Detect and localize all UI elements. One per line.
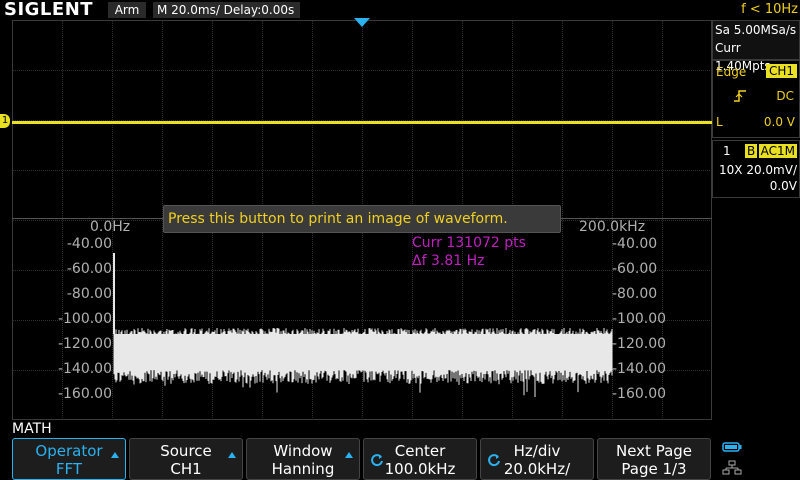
frequency-counter: f < 10Hz bbox=[741, 2, 798, 17]
sample-rate-readout: Sa 5.00MSa/s bbox=[715, 23, 797, 37]
fft-spectrum bbox=[113, 253, 613, 397]
fft-y-tick-left: -80.00 bbox=[66, 286, 112, 302]
trigger-type: Edge bbox=[716, 65, 747, 79]
fft-y-tick-right: -140.00 bbox=[612, 361, 667, 377]
rising-edge-icon bbox=[734, 90, 746, 102]
fft-resolution-readout: Δf 3.81 Hz bbox=[412, 253, 485, 269]
fft-y-tick-right: -100.00 bbox=[612, 311, 667, 327]
fft-points-readout: Curr 131072 pts bbox=[412, 235, 526, 251]
source-button[interactable]: Source CH1 bbox=[129, 438, 243, 480]
fft-y-tick-left: -160.00 bbox=[57, 386, 112, 402]
next-page-button[interactable]: Next Page Page 1/3 bbox=[597, 438, 711, 480]
window-button[interactable]: Window Hanning bbox=[246, 438, 360, 480]
ch1-offset: 0.0V bbox=[769, 179, 797, 193]
center-button[interactable]: Center 100.0kHz bbox=[363, 438, 477, 480]
ch1-info[interactable]: 1 B AC1M 10X 20.0mV/ 0.0V bbox=[712, 140, 800, 198]
ch1-bw-limit: B bbox=[745, 144, 758, 158]
hz-div-label: Hz/div bbox=[513, 442, 561, 460]
network-icon bbox=[722, 460, 742, 475]
ch1-coupling: AC1M bbox=[758, 144, 797, 158]
menu-title: MATH bbox=[12, 421, 52, 437]
hz-div-value: 20.0kHz/ bbox=[503, 460, 571, 478]
window-label: Window bbox=[273, 442, 333, 460]
source-value: CH1 bbox=[170, 460, 202, 478]
fft-y-tick-left: -60.00 bbox=[66, 261, 112, 277]
fft-y-tick-left: -140.00 bbox=[57, 361, 112, 377]
fft-y-tick-right: -60.00 bbox=[612, 261, 658, 277]
fft-y-tick-left: -40.00 bbox=[66, 236, 112, 252]
hz-div-button[interactable]: Hz/div 20.0kHz/ bbox=[480, 438, 594, 480]
chevron-up-icon bbox=[345, 452, 353, 458]
fft-spectrum-trace bbox=[113, 328, 613, 397]
next-page-label: Next Page bbox=[615, 442, 693, 460]
trigger-level: 0.0 V bbox=[763, 115, 795, 129]
fft-y-tick-left: -120.00 bbox=[57, 336, 112, 352]
fft-y-tick-right: -80.00 bbox=[612, 286, 658, 302]
fft-y-tick-left: -100.00 bbox=[57, 311, 112, 327]
center-value: 100.0kHz bbox=[384, 460, 456, 478]
window-value: Hanning bbox=[271, 460, 335, 478]
next-page-value: Page 1/3 bbox=[621, 460, 687, 478]
chevron-up-icon bbox=[111, 452, 119, 458]
print-tooltip: Press this button to print an image of w… bbox=[163, 205, 561, 233]
operator-button[interactable]: Operator FFT bbox=[12, 438, 126, 480]
ch1-probe: 10X bbox=[719, 163, 743, 177]
operator-value: FFT bbox=[55, 460, 83, 478]
trigger-mode: L bbox=[716, 115, 723, 129]
right-info-panel: f < 10Hz Sa 5.00MSa/s Curr 1.40Mpts Edge… bbox=[712, 0, 800, 420]
ch1-vdiv: 20.0mV/ bbox=[746, 163, 797, 177]
fft-y-tick-right: -120.00 bbox=[612, 336, 667, 352]
trigger-info[interactable]: Edge CH1 DC L 0.0 V bbox=[712, 60, 800, 138]
trigger-source: CH1 bbox=[765, 64, 797, 78]
status-icons[interactable] bbox=[718, 438, 800, 480]
ch1-number: 1 bbox=[723, 144, 731, 158]
fft-y-tick-right: -160.00 bbox=[612, 386, 667, 402]
trigger-coupling: DC bbox=[776, 89, 794, 103]
source-label: Source bbox=[160, 442, 212, 460]
operator-label: Operator bbox=[35, 442, 103, 460]
chevron-up-icon bbox=[228, 452, 236, 458]
fft-x-start-label: 0.0Hz bbox=[90, 219, 131, 235]
fft-y-tick-right: -40.00 bbox=[612, 236, 658, 252]
acquisition-info[interactable]: Sa 5.00MSa/s Curr 1.40Mpts bbox=[712, 20, 800, 73]
battery-icon bbox=[722, 442, 742, 452]
center-label: Center bbox=[394, 442, 446, 460]
fft-x-end-label: 200.0kHz bbox=[579, 219, 646, 235]
softkey-menu: Operator FFT Source CH1 Window Hanning C… bbox=[12, 438, 800, 480]
